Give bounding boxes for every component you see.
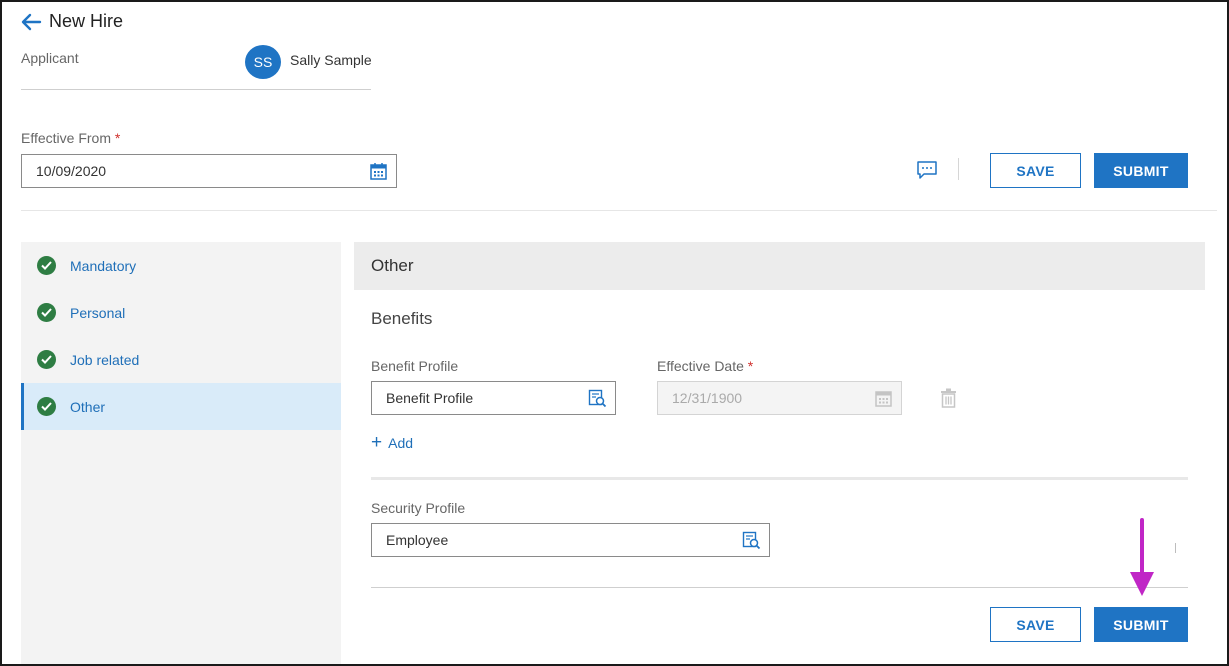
benefit-profile-label: Benefit Profile bbox=[371, 358, 459, 374]
lookup-icon[interactable] bbox=[588, 389, 607, 411]
security-profile-input[interactable]: Employee bbox=[371, 523, 770, 557]
applicant-label: Applicant bbox=[21, 50, 79, 66]
sidebar-item-label: Job related bbox=[70, 351, 140, 368]
save-button-bottom[interactable]: SAVE bbox=[990, 607, 1081, 642]
lookup-icon[interactable] bbox=[742, 531, 761, 553]
check-circle-icon bbox=[37, 350, 56, 369]
header-divider bbox=[21, 210, 1217, 211]
check-circle-icon bbox=[37, 397, 56, 416]
security-profile-label: Security Profile bbox=[371, 500, 466, 516]
security-profile-value: Employee bbox=[386, 532, 449, 548]
effective-date-label-text: Effective Date bbox=[657, 358, 744, 374]
sidebar-item-label: Personal bbox=[70, 304, 126, 321]
toolbar-divider bbox=[958, 158, 959, 180]
effective-from-input[interactable]: 10/09/2020 bbox=[21, 154, 397, 188]
add-benefit-button[interactable]: + Add bbox=[371, 432, 414, 453]
effective-from-label-text: Effective From bbox=[21, 130, 111, 146]
add-label: Add bbox=[388, 435, 414, 451]
divider bbox=[21, 89, 371, 90]
effective-date-label: Effective Date * bbox=[657, 358, 753, 374]
calendar-icon bbox=[875, 389, 892, 410]
effective-from-value: 10/09/2020 bbox=[36, 163, 107, 179]
back-arrow-icon[interactable] bbox=[20, 12, 42, 32]
sidebar-item-label: Mandatory bbox=[70, 257, 137, 274]
effective-date-input: 12/31/1900 bbox=[657, 381, 902, 415]
section-header: Other bbox=[354, 242, 1205, 290]
page-title: New Hire bbox=[49, 11, 124, 31]
sidebar-item-mandatory[interactable]: Mandatory bbox=[21, 242, 341, 289]
benefit-profile-value: Benefit Profile bbox=[386, 390, 474, 406]
section-divider bbox=[371, 477, 1188, 480]
avatar: SS bbox=[245, 45, 281, 79]
benefit-profile-input[interactable]: Benefit Profile bbox=[371, 381, 616, 415]
footer-divider bbox=[371, 587, 1188, 588]
check-circle-icon bbox=[37, 303, 56, 322]
sidebar-item-other[interactable]: Other bbox=[21, 383, 341, 430]
submit-button-bottom[interactable]: SUBMIT bbox=[1094, 607, 1188, 642]
save-button-top[interactable]: SAVE bbox=[990, 153, 1081, 188]
check-circle-icon bbox=[37, 256, 56, 275]
resize-mark bbox=[1175, 543, 1176, 553]
effective-date-value: 12/31/1900 bbox=[672, 390, 743, 406]
calendar-icon[interactable] bbox=[370, 162, 387, 183]
submit-button-top[interactable]: SUBMIT bbox=[1094, 153, 1188, 188]
required-marker: * bbox=[747, 358, 754, 374]
arrow-down-annotation bbox=[1126, 518, 1158, 603]
sidebar: Mandatory Personal Job related Other bbox=[21, 242, 341, 664]
sidebar-item-personal[interactable]: Personal bbox=[21, 289, 341, 336]
benefits-heading: Benefits bbox=[371, 309, 433, 328]
comment-icon[interactable] bbox=[916, 160, 938, 180]
required-marker: * bbox=[114, 130, 121, 146]
effective-from-label: Effective From * bbox=[21, 130, 120, 146]
plus-icon: + bbox=[371, 432, 383, 453]
applicant-name: Sally Sample bbox=[290, 52, 372, 68]
app-window: New Hire Applicant SS Sally Sample Effec… bbox=[0, 0, 1229, 666]
trash-icon[interactable] bbox=[940, 388, 957, 413]
sidebar-item-job-related[interactable]: Job related bbox=[21, 336, 341, 383]
sidebar-item-label: Other bbox=[70, 398, 106, 415]
